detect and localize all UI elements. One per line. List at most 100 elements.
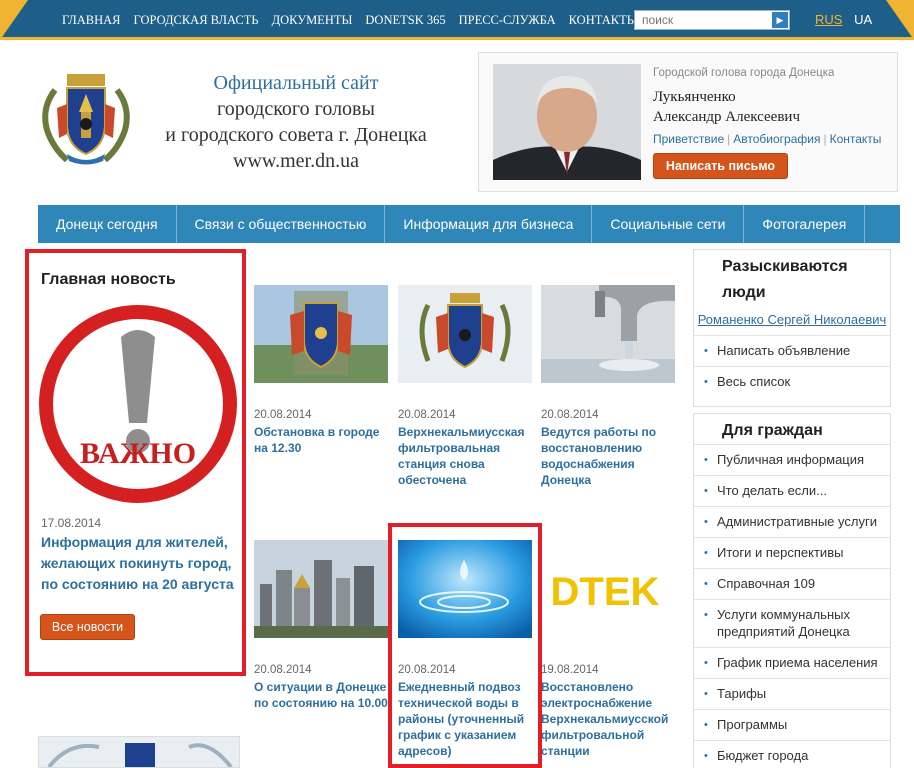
nav-public-relations[interactable]: Связи с общественностью <box>177 205 386 243</box>
nav-business-info[interactable]: Информация для бизнеса <box>385 205 593 243</box>
site-title-line: Официальный сайт <box>213 72 379 94</box>
news-thumbnail[interactable] <box>541 285 675 383</box>
greeting-link[interactable]: Приветствие <box>653 132 724 146</box>
news-date: 19.08.2014 <box>541 664 599 676</box>
bullet-icon: • <box>704 657 708 669</box>
wanted-links: • Написать объявление • Весь список <box>694 335 890 397</box>
citizens-link[interactable]: • Тарифы <box>694 678 890 709</box>
separator: | <box>823 132 827 146</box>
important-warning-image[interactable]: ВАЖНО <box>37 301 239 507</box>
wanted-person-link[interactable]: Романенко Сергей Николаевич <box>694 310 890 329</box>
dtek-logo-text: DTEK <box>551 570 660 614</box>
contacts-link[interactable]: Контакты <box>830 132 882 146</box>
biography-link[interactable]: Автобиография <box>733 132 820 146</box>
citizens-title: Для граждан <box>722 422 823 439</box>
top-bar: ГЛАВНАЯ ГОРОДСКАЯ ВЛАСТЬ ДОКУМЕНТЫ DONET… <box>0 0 914 40</box>
topnav-home[interactable]: ГЛАВНАЯ <box>62 13 121 28</box>
news-title[interactable]: Верхнекальмиусская фильтровальная станци… <box>398 424 534 488</box>
news-thumbnail[interactable]: DTEK <box>541 540 675 638</box>
coat-of-arms-banner <box>39 737 239 767</box>
full-list-link[interactable]: • Весь список <box>694 366 890 397</box>
mayor-name: Лукьянченко Александр Алексеевич <box>653 87 800 127</box>
corner-decoration <box>886 0 914 40</box>
citizens-link[interactable]: • Бюджет города <box>694 740 890 768</box>
coat-of-arms-logo[interactable] <box>37 68 135 168</box>
highlight-frame <box>388 523 542 768</box>
bottom-banner-thumbnail[interactable] <box>38 736 240 768</box>
citizens-link[interactable]: • Итоги и перспективы <box>694 537 890 568</box>
citizens-link[interactable]: • Справочная 109 <box>694 568 890 599</box>
citizens-links: • Публичная информация • Что делать если..… <box>694 444 890 768</box>
all-news-button[interactable]: Все новости <box>40 614 135 640</box>
news-date: 20.08.2014 <box>254 409 312 421</box>
dtek-logo-image: DTEK <box>541 540 675 638</box>
wanted-people-widget: Разыскиваются люди Романенко Сергей Нико… <box>693 249 891 407</box>
news-title[interactable]: Ведутся работы по восстановлению водосна… <box>541 424 677 488</box>
wanted-title: Разыскиваются люди <box>722 258 848 301</box>
news-date: 20.08.2014 <box>541 409 599 421</box>
bullet-icon: • <box>704 750 708 762</box>
topnav-documents[interactable]: ДОКУМЕНТЫ <box>272 13 353 28</box>
mayor-surname: Лукьянченко <box>653 89 736 105</box>
city-view-photo <box>254 540 388 638</box>
lang-ru-link[interactable]: RUS <box>815 12 842 27</box>
news-thumbnail[interactable] <box>398 285 532 383</box>
post-ad-link[interactable]: • Написать объявление <box>694 335 890 366</box>
news-thumbnail[interactable] <box>254 540 388 638</box>
bullet-icon: • <box>704 345 708 357</box>
main-news-date: 17.08.2014 <box>41 516 102 530</box>
mayor-photo <box>493 64 641 180</box>
citizens-link[interactable]: • График приема населения <box>694 647 890 678</box>
mayor-portrait-image <box>493 64 641 180</box>
citizens-link[interactable]: • Программы <box>694 709 890 740</box>
site-url: www.mer.dn.ua <box>233 150 359 172</box>
main-news-heading: Главная новость <box>41 271 176 288</box>
coat-of-arms-photo <box>254 285 388 383</box>
citizens-link[interactable]: • Административные услуги <box>694 506 890 537</box>
news-item: 20.08.2014 Ведутся работы по восстановле… <box>541 285 677 488</box>
site-title-line: и городского совета г. Донецка <box>165 124 427 146</box>
citizens-link[interactable]: • Услуги коммунальных предприятий Донецка <box>694 599 890 647</box>
mayor-panel: Городской голова города Донецка Лукьянче… <box>478 52 898 192</box>
topnav-donetsk365[interactable]: DONETSK 365 <box>365 13 445 28</box>
search-input[interactable] <box>635 11 771 29</box>
nav-social-networks[interactable]: Социальные сети <box>592 205 745 243</box>
nav-photo-gallery[interactable]: Фотогалерея <box>744 205 866 243</box>
topnav-press[interactable]: ПРЕСС-СЛУЖБА <box>459 13 556 28</box>
bullet-icon: • <box>704 547 708 559</box>
water-tap-photo <box>541 285 675 383</box>
lang-ua-link[interactable]: UA <box>854 12 872 27</box>
bullet-icon: • <box>704 516 708 528</box>
news-item: 20.08.2014 Обстановка в городе на 12.30 <box>254 285 390 456</box>
site-title: Официальный сайт городского головы и гор… <box>140 70 452 174</box>
news-title[interactable]: Обстановка в городе на 12.30 <box>254 424 390 456</box>
topnav-city-power[interactable]: ГОРОДСКАЯ ВЛАСТЬ <box>134 13 259 28</box>
mayor-role: Городской голова города Донецка <box>653 67 835 79</box>
news-title[interactable]: О ситуации в Донецке по состоянию на 10.… <box>254 679 390 711</box>
coat-of-arms-photo <box>398 285 532 383</box>
main-news-block: Главная новость ВАЖНО 17.08.2014 Информа… <box>25 249 246 676</box>
citizens-link[interactable]: • Что делать если... <box>694 475 890 506</box>
corner-decoration <box>0 0 28 40</box>
bullet-icon: • <box>704 485 708 497</box>
news-item: 20.08.2014 О ситуации в Донецке по состо… <box>254 540 390 711</box>
nav-donetsk-today[interactable]: Донецк сегодня <box>38 205 177 243</box>
search-submit-icon[interactable]: ▶ <box>772 12 788 28</box>
news-date: 20.08.2014 <box>398 409 456 421</box>
news-title[interactable]: Восстановлено электроснабжение Верхнекал… <box>541 679 677 759</box>
write-letter-button[interactable]: Написать письмо <box>653 153 788 179</box>
topnav-contacts[interactable]: КОНТАКТЫ <box>569 13 638 28</box>
for-citizens-widget: Для граждан • Публичная информация • Что д… <box>693 413 891 768</box>
search-box: ▶ <box>634 10 790 30</box>
bullet-icon: • <box>704 376 708 388</box>
main-nav: Донецк сегодня Связи с общественностью И… <box>38 205 900 243</box>
language-switch: RUS UA <box>815 12 872 27</box>
site-title-line: городского головы <box>217 98 375 120</box>
bullet-icon: • <box>704 609 708 621</box>
news-item: DTEK 19.08.2014 Восстановлено электросна… <box>541 540 677 759</box>
main-news-headline[interactable]: Информация для жителей, желающих покинут… <box>41 532 241 595</box>
bullet-icon: • <box>704 578 708 590</box>
citizens-link[interactable]: • Публичная информация <box>694 444 890 475</box>
news-thumbnail[interactable] <box>254 285 388 383</box>
bullet-icon: • <box>704 454 708 466</box>
